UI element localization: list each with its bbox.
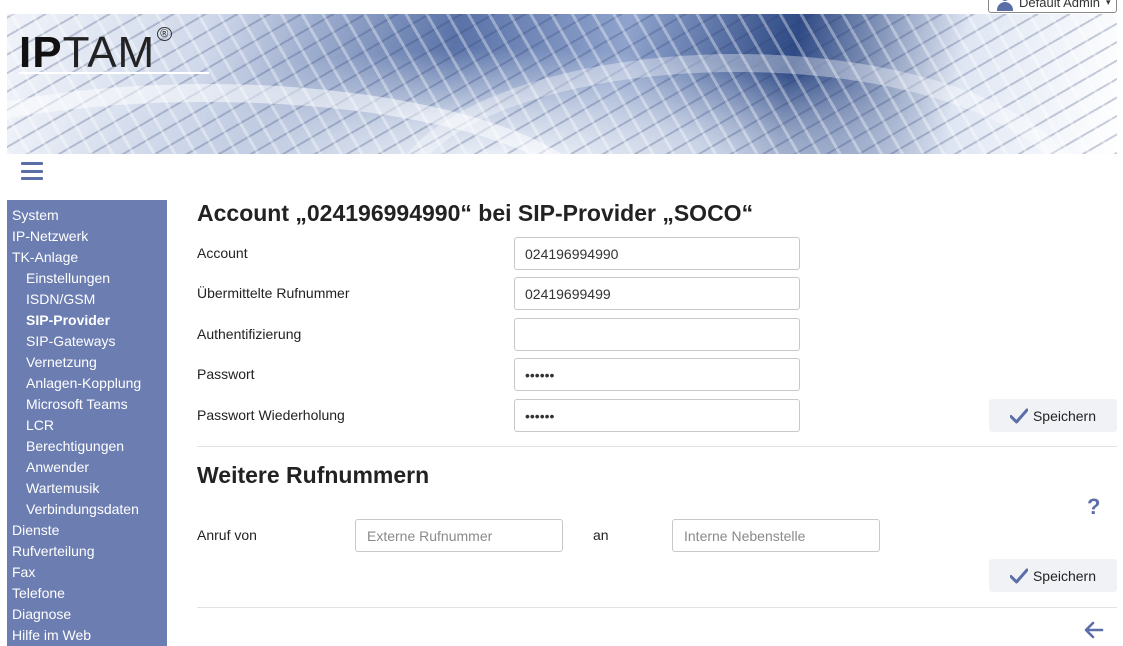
form-row-password-repeat: Passwort Wiederholung — [197, 399, 802, 432]
form-row-rufnummer: Übermittelte Rufnummer — [197, 277, 802, 310]
internal-extension-input[interactable] — [672, 519, 880, 552]
sidebar-item-hilfe-im-web[interactable]: Hilfe im Web — [7, 625, 167, 646]
anruf-von-label: Anruf von — [197, 527, 257, 543]
rufnummer-label: Übermittelte Rufnummer — [197, 285, 350, 301]
sidebar-item-sip-provider[interactable]: SIP-Provider — [7, 310, 167, 331]
user-icon — [997, 0, 1013, 11]
sidebar-item-berechtigungen[interactable]: Berechtigungen — [7, 436, 167, 457]
save-button-2-label: Speichern — [1032, 567, 1097, 584]
external-number-input[interactable] — [355, 519, 563, 552]
sidebar-item-lcr[interactable]: LCR — [7, 415, 167, 436]
sidebar-item-telefone[interactable]: Telefone — [7, 583, 167, 604]
sidebar-item-dienste[interactable]: Dienste — [7, 520, 167, 541]
sidebar-item-fax[interactable]: Fax — [7, 562, 167, 583]
account-label: Account — [197, 245, 248, 261]
header-banner: IPTAM ® — [7, 14, 1117, 154]
sidebar-item-rufverteilung[interactable]: Rufverteilung — [7, 541, 167, 562]
sidebar-item-vernetzung[interactable]: Vernetzung — [7, 352, 167, 373]
back-arrow-icon[interactable] — [1084, 621, 1104, 639]
bottom-divider — [197, 607, 1117, 608]
menu-toggle-icon[interactable] — [21, 162, 43, 180]
sidebar-item-tk-anlage[interactable]: TK-Anlage — [7, 247, 167, 268]
logo-underline — [19, 72, 209, 74]
sidebar-item-sip-gateways[interactable]: SIP-Gateways — [7, 331, 167, 352]
save-button-2[interactable]: Speichern — [989, 559, 1117, 592]
account-input[interactable] — [514, 237, 800, 270]
password-repeat-input[interactable] — [514, 399, 800, 432]
sidebar: System IP-Netzwerk TK-Anlage Einstellungen I… — [7, 200, 167, 646]
user-name: Default Admin — [1019, 0, 1100, 10]
save-button[interactable]: Speichern — [989, 399, 1117, 432]
an-label: an — [593, 527, 609, 543]
password-label: Passwort — [197, 366, 255, 382]
save-button-label: Speichern — [1032, 407, 1097, 424]
password-repeat-label: Passwort Wiederholung — [197, 407, 345, 423]
sidebar-item-system[interactable]: System — [7, 205, 167, 226]
section-divider — [197, 446, 1117, 447]
section-title-weitere-rufnummern: Weitere Rufnummern — [197, 462, 430, 488]
sidebar-item-anwender[interactable]: Anwender — [7, 457, 167, 478]
iptam-logo: IPTAM ® — [19, 27, 173, 78]
user-menu-button[interactable]: Default Admin ▾ — [988, 0, 1117, 13]
password-input[interactable] — [514, 358, 800, 391]
auth-input[interactable] — [514, 318, 800, 351]
sidebar-item-diagnose[interactable]: Diagnose — [7, 604, 167, 625]
sidebar-item-anlagen-kopplung[interactable]: Anlagen-Kopplung — [7, 373, 167, 394]
rufnummer-input[interactable] — [514, 277, 800, 310]
form-row-auth: Authentifizierung — [197, 318, 802, 351]
sidebar-item-wartemusik[interactable]: Wartemusik — [7, 478, 167, 499]
auth-label: Authentifizierung — [197, 326, 302, 342]
sidebar-item-einstellungen[interactable]: Einstellungen — [7, 268, 167, 289]
page-title: Account „024196994990“ bei SIP-Provider … — [197, 200, 754, 226]
check-icon — [1009, 408, 1028, 423]
form-row-password: Passwort — [197, 358, 802, 391]
sidebar-item-ip-netzwerk[interactable]: IP-Netzwerk — [7, 226, 167, 247]
sidebar-item-verbindungsdaten[interactable]: Verbindungsdaten — [7, 499, 167, 520]
help-icon[interactable]: ? — [1087, 494, 1100, 520]
sidebar-item-microsoft-teams[interactable]: Microsoft Teams — [7, 394, 167, 415]
check-icon — [1009, 568, 1028, 583]
form-row-account: Account — [197, 237, 802, 270]
chevron-down-icon: ▾ — [1105, 0, 1111, 7]
sidebar-item-isdn-gsm[interactable]: ISDN/GSM — [7, 289, 167, 310]
